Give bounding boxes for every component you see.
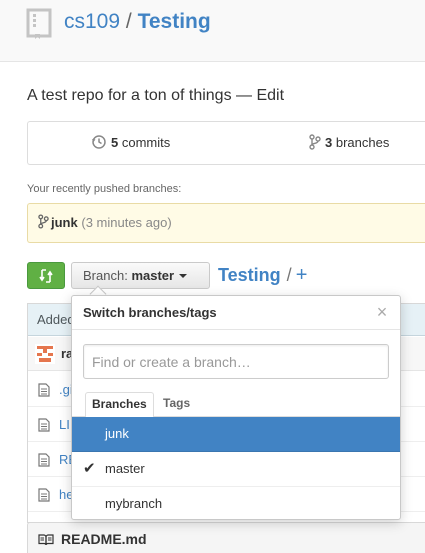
repo-name-link[interactable]: Testing — [138, 10, 211, 33]
commits-label: commits — [121, 135, 171, 150]
numbers-summary: 5 commits 3 branches — [27, 121, 425, 165]
branch-item-label: junk — [105, 426, 129, 441]
new-file-button[interactable]: + — [296, 264, 308, 286]
avatar[interactable] — [35, 344, 55, 364]
branch-item-master[interactable]: ✔ master — [72, 452, 400, 487]
branch-switcher-popup: Switch branches/tags × Branches Tags jun… — [71, 295, 401, 520]
description-text: A test repo for a ton of things — [27, 87, 232, 104]
popup-title: Switch branches/tags — [83, 305, 217, 320]
breadcrumb: Testing / + — [218, 262, 307, 288]
repo-header: cs109 / Testing — [0, 0, 425, 62]
compare-icon — [39, 269, 53, 283]
breadcrumb-repo-link[interactable]: Testing — [218, 265, 281, 285]
branch-prefix-label: Branch: — [83, 268, 128, 283]
branch-tag-tabs: Branches Tags — [72, 392, 400, 418]
recent-branch-link[interactable]: junk — [51, 215, 78, 230]
branches-summary-link[interactable]: 3 branches — [309, 122, 389, 164]
checkmark-icon: ✔ — [83, 460, 96, 477]
commits-summary-link[interactable]: 5 commits — [91, 122, 170, 164]
filter-area — [72, 330, 400, 384]
compare-button[interactable] — [27, 262, 65, 289]
close-icon[interactable]: × — [374, 303, 390, 321]
file-text-icon — [38, 453, 50, 467]
recent-branches-label: Your recently pushed branches: — [27, 183, 182, 195]
git-branch-icon — [38, 214, 49, 229]
repo-title: cs109 / Testing — [64, 9, 211, 35]
book-icon — [38, 534, 54, 546]
file-text-icon — [38, 418, 50, 432]
file-text-icon — [38, 488, 50, 502]
branch-filter-input[interactable] — [83, 344, 389, 379]
branch-item-label: mybranch — [105, 496, 163, 511]
recent-branch-notice: junk (3 minutes ago) — [27, 203, 425, 243]
repo-title-separator: / — [125, 10, 132, 33]
repo-icon — [26, 8, 52, 39]
repo-owner-link[interactable]: cs109 — [64, 10, 120, 33]
tab-branches[interactable]: Branches — [85, 392, 154, 418]
readme-title: README.md — [61, 531, 147, 547]
readme-header: README.md — [27, 522, 425, 553]
file-name-link[interactable]: LI — [59, 407, 70, 442]
description-dash: — — [236, 87, 253, 104]
caret-down-icon — [179, 274, 188, 278]
repo-description: A test repo for a ton of things — Edit — [27, 85, 284, 107]
branch-item-label: master — [105, 461, 145, 476]
branch-select-button[interactable]: Branch: master — [71, 262, 210, 289]
branches-count: 3 — [325, 135, 333, 150]
edit-description-link[interactable]: Edit — [256, 87, 284, 104]
branch-item-junk[interactable]: junk — [72, 417, 400, 452]
branch-item-mybranch[interactable]: mybranch — [72, 487, 400, 519]
popup-header: Switch branches/tags × — [72, 296, 400, 330]
current-branch-label: master — [131, 268, 175, 283]
breadcrumb-separator: / — [286, 265, 292, 285]
history-icon — [92, 135, 106, 149]
file-text-icon — [38, 383, 50, 397]
tab-tags[interactable]: Tags — [157, 392, 196, 417]
commits-count: 5 — [111, 135, 119, 150]
git-branch-icon — [309, 134, 321, 150]
recent-branch-time: (3 minutes ago) — [81, 215, 172, 230]
branches-label: branches — [335, 135, 390, 150]
